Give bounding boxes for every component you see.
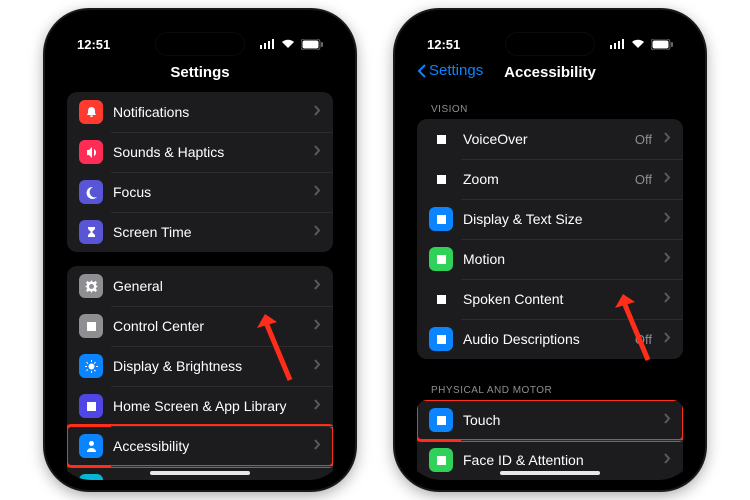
navbar: Settings [55, 58, 345, 92]
chevron-right-icon [314, 278, 321, 294]
chevron-right-icon [664, 211, 671, 227]
settings-row-zoom[interactable]: Zoom Off [417, 159, 683, 199]
chevron-right-icon [314, 398, 321, 414]
audio-icon [429, 327, 453, 351]
chevron-right-icon [314, 438, 321, 454]
row-detail: Off [635, 132, 652, 147]
spoken-icon [429, 287, 453, 311]
settings-row-display-text-size[interactable]: Display & Text Size [417, 199, 683, 239]
page-title: Accessibility [504, 64, 596, 81]
settings-row-display-brightness[interactable]: Display & Brightness [67, 346, 333, 386]
zoom-icon [429, 167, 453, 191]
status-indicators [260, 39, 323, 50]
sun-icon [79, 354, 103, 378]
home-indicator[interactable] [150, 471, 250, 475]
status-time: 12:51 [77, 37, 110, 52]
row-label: Sounds & Haptics [113, 144, 304, 160]
settings-row-control-center[interactable]: Control Center [67, 306, 333, 346]
battery-icon [301, 39, 323, 50]
settings-row-notifications[interactable]: Notifications [67, 92, 333, 132]
motion-icon [429, 247, 453, 271]
row-label: Notifications [113, 104, 304, 120]
dynamic-island [505, 32, 595, 56]
settings-row-voiceover[interactable]: VoiceOver Off [417, 119, 683, 159]
settings-row-sounds-haptics[interactable]: Sounds & Haptics [67, 132, 333, 172]
row-label: Display & Text Size [463, 211, 654, 227]
grid-icon [79, 394, 103, 418]
row-label: VoiceOver [463, 131, 625, 147]
chevron-right-icon [664, 171, 671, 187]
textsize-icon [429, 207, 453, 231]
row-label: Wallpaper [113, 478, 304, 480]
navbar: Settings Accessibility [405, 58, 695, 92]
switches-icon [79, 314, 103, 338]
chevron-right-icon [314, 184, 321, 200]
battery-icon [651, 39, 673, 50]
section-header-motor: PHYSICAL AND MOTOR [417, 373, 683, 400]
row-detail: Off [635, 172, 652, 187]
gear-icon [79, 274, 103, 298]
chevron-right-icon [664, 331, 671, 347]
row-label: Screen Time [113, 224, 304, 240]
chevron-right-icon [664, 412, 671, 428]
row-label: Spoken Content [463, 291, 654, 307]
page-title: Settings [170, 64, 229, 81]
row-label: Focus [113, 184, 304, 200]
flower-icon [79, 474, 103, 480]
status-time: 12:51 [427, 37, 460, 52]
row-detail: Off [635, 332, 652, 347]
phone-left: 12:51 Settings Notifications Sounds & Hap… [45, 10, 355, 490]
chevron-right-icon [664, 251, 671, 267]
settings-row-general[interactable]: General [67, 266, 333, 306]
accessibility-list[interactable]: VISION VoiceOver Off Zoom Off Display & Text… [405, 92, 695, 480]
hourglass-icon [79, 220, 103, 244]
row-label: Zoom [463, 171, 625, 187]
chevron-right-icon [314, 144, 321, 160]
row-label: Motion [463, 251, 654, 267]
status-indicators [610, 39, 673, 50]
wifi-icon [281, 39, 295, 49]
section-header-vision: VISION [417, 92, 683, 119]
chevron-right-icon [664, 131, 671, 147]
row-label: Accessibility [113, 438, 304, 454]
speaker-icon [79, 140, 103, 164]
settings-row-spoken-content[interactable]: Spoken Content [417, 279, 683, 319]
settings-row-accessibility[interactable]: Accessibility [67, 426, 333, 466]
back-button[interactable]: Settings [417, 62, 483, 79]
bell-icon [79, 100, 103, 124]
person-icon [79, 434, 103, 458]
row-label: Face ID & Attention [463, 452, 654, 468]
signal-icon [260, 39, 275, 49]
faceid-icon [429, 448, 453, 472]
settings-row-motion[interactable]: Motion [417, 239, 683, 279]
wifi-icon [631, 39, 645, 49]
row-label: Display & Brightness [113, 358, 304, 374]
chevron-right-icon [314, 478, 321, 480]
settings-row-touch[interactable]: Touch [417, 400, 683, 440]
row-label: Audio Descriptions [463, 331, 625, 347]
settings-row-focus[interactable]: Focus [67, 172, 333, 212]
dynamic-island [155, 32, 245, 56]
settings-row-home-screen-app-library[interactable]: Home Screen & App Library [67, 386, 333, 426]
row-label: Home Screen & App Library [113, 398, 304, 414]
voiceover-icon [429, 127, 453, 151]
back-label: Settings [429, 62, 483, 79]
row-label: Control Center [113, 318, 304, 334]
phone-right: 12:51 Settings Accessibility VISION Voic… [395, 10, 705, 490]
row-label: General [113, 278, 304, 294]
chevron-right-icon [664, 291, 671, 307]
chevron-right-icon [664, 452, 671, 468]
settings-row-audio-descriptions[interactable]: Audio Descriptions Off [417, 319, 683, 359]
signal-icon [610, 39, 625, 49]
chevron-right-icon [314, 318, 321, 334]
row-label: Touch [463, 412, 654, 428]
chevron-right-icon [314, 358, 321, 374]
touch-icon [429, 408, 453, 432]
settings-list[interactable]: Notifications Sounds & Haptics Focus Screen… [55, 92, 345, 480]
chevron-right-icon [314, 104, 321, 120]
settings-row-screen-time[interactable]: Screen Time [67, 212, 333, 252]
moon-icon [79, 180, 103, 204]
home-indicator[interactable] [500, 471, 600, 475]
chevron-right-icon [314, 224, 321, 240]
